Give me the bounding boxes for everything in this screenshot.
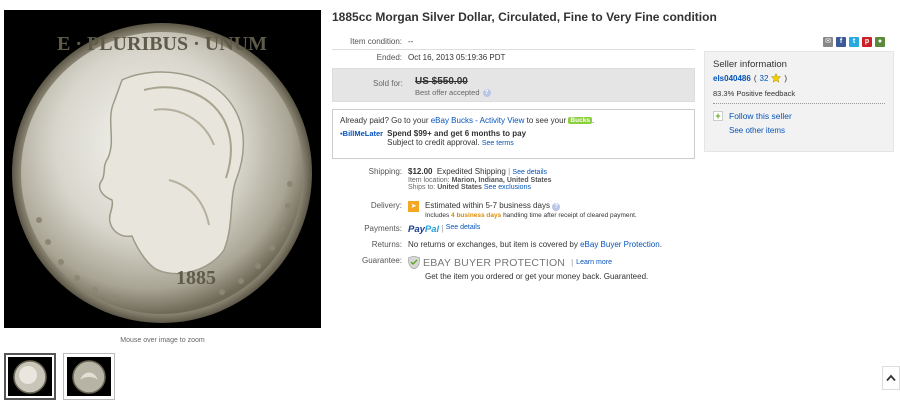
info-icon[interactable]: ? [552,203,561,211]
info-icon[interactable]: ? [482,88,491,97]
bml-terms-link[interactable]: See terms [482,140,514,147]
already-paid-line: Already paid? Go to your eBay Bucks - Ac… [340,116,687,125]
bill-me-later-logo-text: BillMeLater [342,129,384,138]
thumbnail-strip [4,353,115,400]
plus-icon: + [713,111,723,121]
already-paid-suffix: . [591,116,595,125]
zoom-hint: Mouse over image to zoom [120,337,205,344]
ended-value: Oct 16, 2013 05:19:36 PDT [408,53,506,62]
returns-suffix: . [659,240,662,249]
coin-year-text: 1885 [176,267,216,289]
follow-seller-button[interactable]: + Follow this seller [713,111,885,121]
divider [713,103,885,104]
item-location-value: Marion, Indiana, United States [451,177,552,184]
shipping-row: Shipping: $12.00 Expedited Shipping | Se… [332,167,552,191]
condition-row: Item condition: -- [332,37,413,46]
sold-price: US $550.00 [415,76,468,87]
shipping-label: Shipping: [368,167,402,176]
thumbnail-obverse[interactable] [4,353,56,400]
coin-thumb-icon [13,359,47,394]
returns-row: Returns: No returns or exchanges, but it… [332,240,662,249]
payments-see-details-link[interactable]: See details [446,224,481,231]
handling-days: 4 business days [451,212,502,219]
already-paid-prefix: Already paid? Go to your [340,116,431,125]
paypal-logo-pal: Pal [424,224,440,235]
payments-label: Payments: [364,224,402,233]
seller-feedback: 83.3% Positive feedback [713,89,796,98]
bml-subject: Subject to credit approval. [387,138,480,147]
bill-me-later-logo: ▪BillMeLater [340,129,384,138]
chevron-up-icon [886,374,896,382]
seller-score-open: ( [753,73,757,83]
condition-value: -- [408,37,414,46]
email-icon[interactable]: ✉ [823,37,833,47]
payment-promo-box: Already paid? Go to your eBay Bucks - Ac… [332,109,695,159]
shipping-method: Expedited Shipping [436,167,506,176]
follow-seller-label: Follow this seller [729,111,792,121]
shipping-see-details-link[interactable]: See details [512,169,547,176]
delivery-label: Delivery: [370,201,402,210]
returns-text: No returns or exchanges, but item is cov… [408,240,581,249]
sold-label: Sold for: [373,79,403,88]
see-other-items-link[interactable]: See other items [729,126,885,135]
bml-offer: Spend $99+ and get 6 months to pay [387,129,527,138]
payments-row: Payments: PayPal | See details [332,224,480,235]
pinterest-icon[interactable]: p [862,37,872,47]
star-icon [771,73,782,83]
ships-to-label: Ships to: [408,184,436,191]
best-offer-text: Best offer accepted [415,88,480,97]
guarantee-label: Guarantee: [361,256,402,265]
bill-me-later-text: Spend $99+ and get 6 months to pay Subje… [387,129,526,147]
scroll-to-top-button[interactable] [882,366,900,390]
seller-score-link[interactable]: 32 [760,74,769,83]
buyer-protection-logo: EBAY BUYER PROTECTION | Learn more [408,256,648,269]
bucks-badge: Bucks [568,117,592,125]
coin-thumb-icon [72,359,106,394]
already-paid-middle: to see your [524,116,569,125]
ebay-bucks-link[interactable]: eBay Bucks - Activity View [431,116,525,125]
paypal-logo-pay: Pay [408,224,425,235]
seller-name-link[interactable]: els040486 [713,74,751,83]
ended-row: Ended: Oct 16, 2013 05:19:36 PDT [332,53,506,62]
best-offer-note: Best offer accepted ? [415,88,491,97]
divider [332,49,695,50]
coin-image: E · PLURIBUS · UNUM 1885 [12,23,312,323]
returns-label: Returns: [371,240,402,249]
share-icons: ✉ f t p ● [823,37,885,47]
shipping-price: $12.00 [408,167,433,176]
facebook-icon[interactable]: f [836,37,846,47]
buyer-protection-logo-text: EBAY BUYER PROTECTION [423,256,566,269]
shield-icon [408,256,420,269]
seller-score-close: ) [784,73,788,83]
delivery-handling: handling time after receipt of cleared p… [501,212,637,219]
guarantee-row: Guarantee: EBAY BUYER PROTECTION | Learn… [332,256,648,281]
main-item-image[interactable]: E · PLURIBUS · UNUM 1885 [4,10,321,328]
twitter-icon[interactable]: t [849,37,859,47]
buyer-protection-link[interactable]: eBay Buyer Protection [580,240,660,249]
seller-name-row: els040486 (32 ) [713,73,885,83]
thumbnail-reverse[interactable] [63,353,115,400]
seller-info-heading: Seller information [713,59,787,70]
more-share-icon[interactable]: ● [875,37,885,47]
bill-me-later: ▪BillMeLater Spend $99+ and get 6 months… [340,129,687,147]
item-location-label: Item location: [408,177,450,184]
price-box: Sold for: US $550.00 Best offer accepted… [332,68,695,102]
listing-title: 1885cc Morgan Silver Dollar, Circulated,… [332,10,717,24]
ships-to-value: United States [437,184,482,191]
see-exclusions-link[interactable]: See exclusions [484,184,531,191]
delivery-row: Delivery: ➤ Estimated within 5-7 busines… [332,201,637,219]
delivery-includes: Includes [425,212,452,219]
ended-label: Ended: [376,53,402,62]
condition-label: Item condition: [349,37,402,46]
guarantee-text: Get the item you ordered or get your mon… [425,272,649,281]
learn-more-link[interactable]: Learn more [576,259,612,266]
paypal-logo: PayPal [408,224,439,235]
delivery-estimate: Estimated within 5-7 business days [425,201,550,210]
truck-icon: ➤ [408,201,419,212]
seller-info-box: Seller information els040486 (32 ) 83.3%… [704,51,894,152]
coin-legend-text: E · PLURIBUS · UNUM [57,33,267,55]
